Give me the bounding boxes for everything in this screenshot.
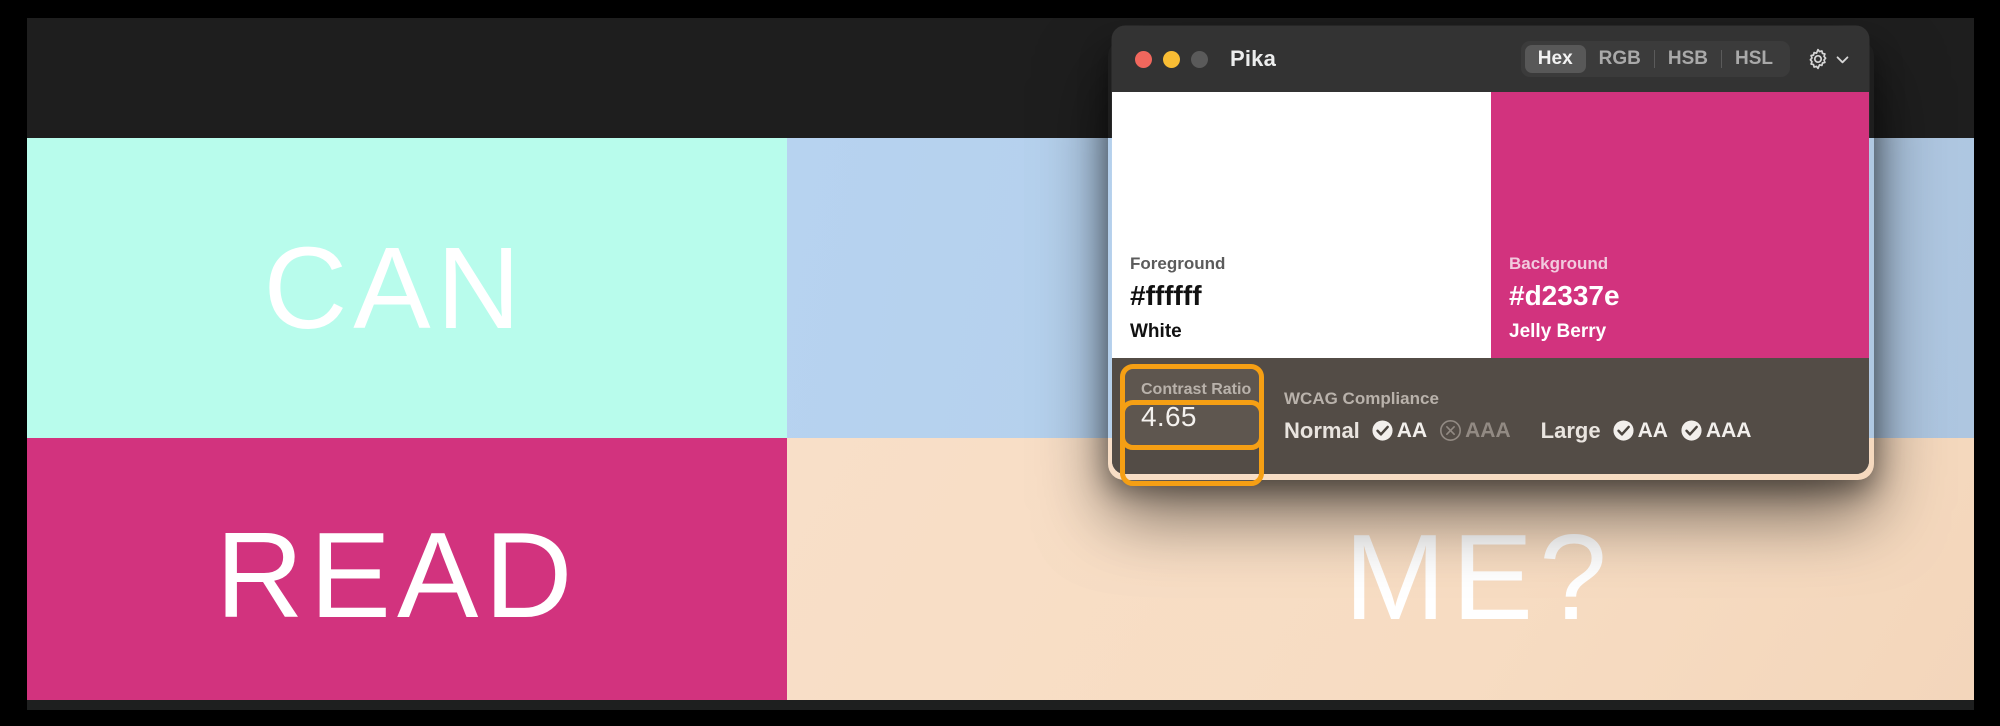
color-mode-hex[interactable]: Hex	[1524, 45, 1586, 73]
quadrant-bottom-left: READ	[27, 438, 787, 700]
color-mode-hsl[interactable]: HSL	[1722, 45, 1786, 73]
background-swatch[interactable]: Background #d2337e Jelly Berry	[1491, 92, 1869, 358]
wcag-compliance-section: WCAG Compliance Normal AA AAA Large AA A…	[1284, 388, 1751, 444]
wcag-group-normal: Normal AA AAA	[1284, 418, 1511, 444]
gear-icon	[1806, 47, 1830, 71]
quadrant-top-left: CAN	[27, 138, 787, 438]
background-label: Background	[1509, 253, 1609, 273]
wcag-size-large: Large	[1540, 417, 1601, 443]
minimize-button[interactable]	[1163, 50, 1180, 68]
app-title: Pika	[1230, 46, 1277, 71]
check-circle-icon	[1371, 419, 1394, 442]
settings-menu-button[interactable]	[1804, 45, 1853, 73]
color-mode-rgb[interactable]: RGB	[1586, 45, 1654, 73]
wcag-normal-aa: AA	[1371, 419, 1427, 443]
background-hex-value[interactable]: #d2337e	[1509, 280, 1869, 312]
close-button[interactable]	[1135, 50, 1152, 68]
wcag-normal-aaa: AAA	[1439, 419, 1511, 443]
contrast-info-bar: Contrast Ratio 4.65 WCAG Compliance Norm…	[1112, 358, 1869, 474]
wcag-large-aa: AA	[1612, 419, 1668, 443]
check-circle-icon	[1612, 419, 1635, 442]
wcag-large-aaa: AAA	[1680, 418, 1752, 443]
zoom-button[interactable]	[1191, 50, 1208, 68]
color-swatch-row: Foreground #ffffff White Background #d23…	[1112, 92, 1869, 358]
contrast-ratio-value: 4.65	[1141, 400, 1197, 432]
quadrant-label-read: READ	[215, 507, 579, 643]
foreground-swatch[interactable]: Foreground #ffffff White	[1112, 92, 1491, 358]
x-circle-icon	[1439, 419, 1462, 442]
wcag-results-row: Normal AA AAA Large AA AAA	[1284, 418, 1751, 444]
contrast-ratio-card[interactable]: Contrast Ratio 4.65	[1120, 364, 1264, 450]
background-app-statusbar	[27, 700, 1974, 710]
background-color-name: Jelly Berry	[1509, 321, 1607, 343]
screenshot-canvas: CAN READ ME? Pika Hex RGB HSB HSL Foregr…	[0, 0, 2000, 726]
wcag-large-aa-label: AA	[1637, 418, 1668, 442]
check-circle-icon	[1680, 419, 1703, 442]
wcag-size-normal: Normal	[1284, 417, 1360, 443]
foreground-label: Foreground	[1130, 253, 1226, 273]
titlebar-controls: Hex RGB HSB HSL	[1520, 41, 1853, 77]
color-mode-segmented-control[interactable]: Hex RGB HSB HSL	[1520, 41, 1790, 77]
chevron-down-icon	[1834, 51, 1851, 68]
quadrant-bottom-right: ME?	[787, 438, 1974, 700]
window-traffic-lights	[1135, 50, 1208, 68]
pika-window[interactable]: Pika Hex RGB HSB HSL Foreground #ffffff …	[1112, 26, 1869, 474]
color-mode-hsb[interactable]: HSB	[1655, 45, 1721, 73]
wcag-group-large: Large AA AAA	[1541, 418, 1752, 444]
wcag-large-aaa-label: AAA	[1705, 418, 1752, 442]
foreground-color-name: White	[1130, 321, 1182, 343]
foreground-hex-value[interactable]: #ffffff	[1130, 280, 1491, 312]
window-titlebar[interactable]: Pika Hex RGB HSB HSL	[1112, 26, 1869, 92]
wcag-compliance-title: WCAG Compliance	[1284, 389, 1439, 409]
wcag-normal-aa-label: AA	[1396, 418, 1428, 442]
contrast-ratio-label: Contrast Ratio	[1141, 381, 1252, 398]
quadrant-label-me: ME?	[1344, 509, 1613, 645]
wcag-normal-aaa-label: AAA	[1465, 418, 1511, 442]
quadrant-label-can: CAN	[263, 223, 527, 353]
